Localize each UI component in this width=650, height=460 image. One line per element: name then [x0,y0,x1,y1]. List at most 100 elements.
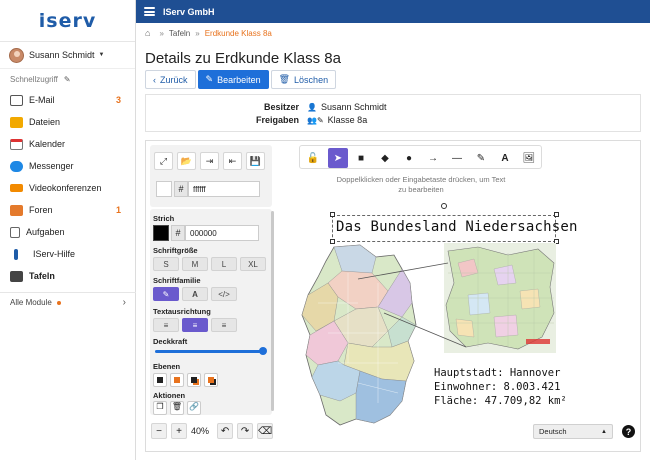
font-size-l[interactable]: L [211,257,237,271]
sidebar-item-videoconference[interactable]: Videokonferenzen [0,177,135,199]
send-backward-icon[interactable] [170,373,184,387]
sidebar: iserv Susann Schmidt ▼ Schnellzugriff ✎ … [0,0,136,460]
font-sans-button[interactable]: A [182,287,208,301]
home-icon[interactable]: ⌂ [145,28,150,38]
duplicate-icon[interactable]: ❐ [153,401,167,415]
notification-dot [56,300,61,305]
eraser-button[interactable]: ⌫ [257,423,274,439]
pencil-tool[interactable]: ✎ [471,148,491,168]
font-size-label: Schriftgröße [153,246,198,255]
canvas-heading-text[interactable]: Das Bundesland Niedersachsen [336,219,578,235]
text-align-label: Textausrichtung [153,307,211,316]
breadcrumb-current[interactable]: Erdkunde Klass 8a [205,29,272,38]
sidebar-item-forums[interactable]: Foren 1 [0,199,135,221]
owner-label: Besitzer [263,102,299,112]
align-center-icon: ≡ [192,320,198,330]
fullscreen-icon[interactable]: ⤢ [154,152,173,170]
lock-icon[interactable]: 🔓 [303,148,323,168]
arrow-tool[interactable]: → [423,148,443,168]
font-size-s[interactable]: S [153,257,179,271]
align-left-button[interactable]: ≡ [153,318,179,332]
align-left-icon: ≡ [163,320,169,330]
text-tool[interactable]: A [495,148,515,168]
rotate-handle[interactable] [441,203,447,209]
help-icon [14,248,18,260]
sidebar-item-messenger[interactable]: Messenger [0,155,135,177]
stroke-hex-input[interactable]: 000000 [185,225,259,241]
sidebar-item-calendar[interactable]: Kalender [0,133,135,155]
font-size-m[interactable]: M [182,257,208,271]
align-right-button[interactable]: ≡ [211,318,237,332]
caret-down-icon: ▼ [98,52,105,58]
font-handwriting-button[interactable]: ✎ [153,287,179,301]
font-code-button[interactable]: </> [211,287,237,301]
drawing-toolbar: 🔓 ➤ ■ ◆ ● → — ✎ A 🖼 [299,145,542,169]
open-folder-icon[interactable]: 📂 [177,152,196,170]
export-icon[interactable]: ⇥ [200,152,219,170]
send-to-back-icon[interactable] [153,373,167,387]
stroke-color-row: # 000000 [153,225,259,241]
opacity-slider-thumb[interactable] [259,347,267,355]
language-select[interactable]: Deutsch ▲ [533,424,613,439]
ellipse-tool[interactable]: ● [399,148,419,168]
trash-icon[interactable]: 🗑 [170,401,184,415]
link-icon[interactable]: 🔗 [187,401,201,415]
forum-badge: 1 [115,205,121,215]
facts-text[interactable]: Hauptstadt: Hannover Einwohner: 8.003.42… [434,366,567,408]
properties-panel: Strich # 000000 Schriftgröße S M L XL Sc… [150,209,272,415]
text-icon: A [501,152,509,164]
actions-label: Aktionen [153,391,186,400]
bring-forward-icon[interactable] [187,373,201,387]
bring-to-front-icon[interactable] [204,373,218,387]
zoom-controls: − + 40% ↶ ↷ ⌫ [151,422,277,440]
resize-handle-tr[interactable] [554,212,559,217]
whiteboard[interactable]: ⤢ 📂 ⇥ ⇤ 💾 # ffffff Strich # 000000 Schri… [145,140,641,452]
chevron-right-icon: › [122,297,126,308]
breadcrumb-boards[interactable]: Tafeln [169,29,190,38]
user-menu[interactable]: Susann Schmidt ▼ [0,42,135,69]
rectangle-tool[interactable]: ■ [351,148,371,168]
line-icon: — [452,152,462,164]
diamond-icon: ◆ [381,152,389,164]
sidebar-item-help[interactable]: IServ-Hilfe [0,243,135,265]
import-icon[interactable]: ⇤ [223,152,242,170]
back-button[interactable]: ‹ Zurück [145,70,196,89]
fill-color-swatch[interactable] [156,181,172,197]
panel-scrollbar[interactable] [271,211,274,411]
all-modules[interactable]: Alle Module › [0,292,136,312]
hamburger-menu-icon[interactable] [144,7,155,16]
resize-handle-tl[interactable] [330,212,335,217]
select-tool[interactable]: ➤ [328,148,348,168]
redo-button[interactable]: ↷ [237,423,254,439]
pencil-icon[interactable]: ✎ [64,75,71,84]
undo-button[interactable]: ↶ [217,423,234,439]
iserv-logo[interactable]: iserv [0,0,135,42]
zoom-in-button[interactable]: + [171,423,187,439]
sidebar-item-boards[interactable]: Tafeln [0,265,135,287]
image-tool[interactable]: 🖼 [519,148,539,168]
arrow-icon: → [428,152,438,164]
line-tool[interactable]: — [447,148,467,168]
email-badge: 3 [115,95,121,105]
zoom-level[interactable]: 40% [191,426,209,436]
edit-button[interactable]: ✎ Bearbeiten [197,70,269,89]
help-icon[interactable]: ? [622,425,635,438]
fill-color-row: # ffffff [154,179,260,199]
person-icon: 👤 [307,102,317,112]
align-center-button[interactable]: ≡ [182,318,208,332]
font-size-xl[interactable]: XL [240,257,266,271]
sidebar-item-files[interactable]: Dateien [0,111,135,133]
diamond-tool[interactable]: ◆ [375,148,395,168]
group-edit-icon: 👥✎ [307,115,324,125]
share-value: Klasse 8a [327,115,368,125]
opacity-slider-track[interactable] [155,350,263,353]
zoom-out-button[interactable]: − [151,423,167,439]
delete-button[interactable]: 🗑 Löschen [270,70,337,89]
save-icon[interactable]: 💾 [246,152,265,170]
stroke-color-swatch[interactable] [153,225,169,241]
sidebar-item-tasks[interactable]: Aufgaben [0,221,135,243]
chevron-left-icon: ‹ [153,74,156,85]
mail-icon [10,94,23,106]
fill-hex-input[interactable]: ffffff [188,181,260,197]
sidebar-item-email[interactable]: E-Mail 3 [0,89,135,111]
